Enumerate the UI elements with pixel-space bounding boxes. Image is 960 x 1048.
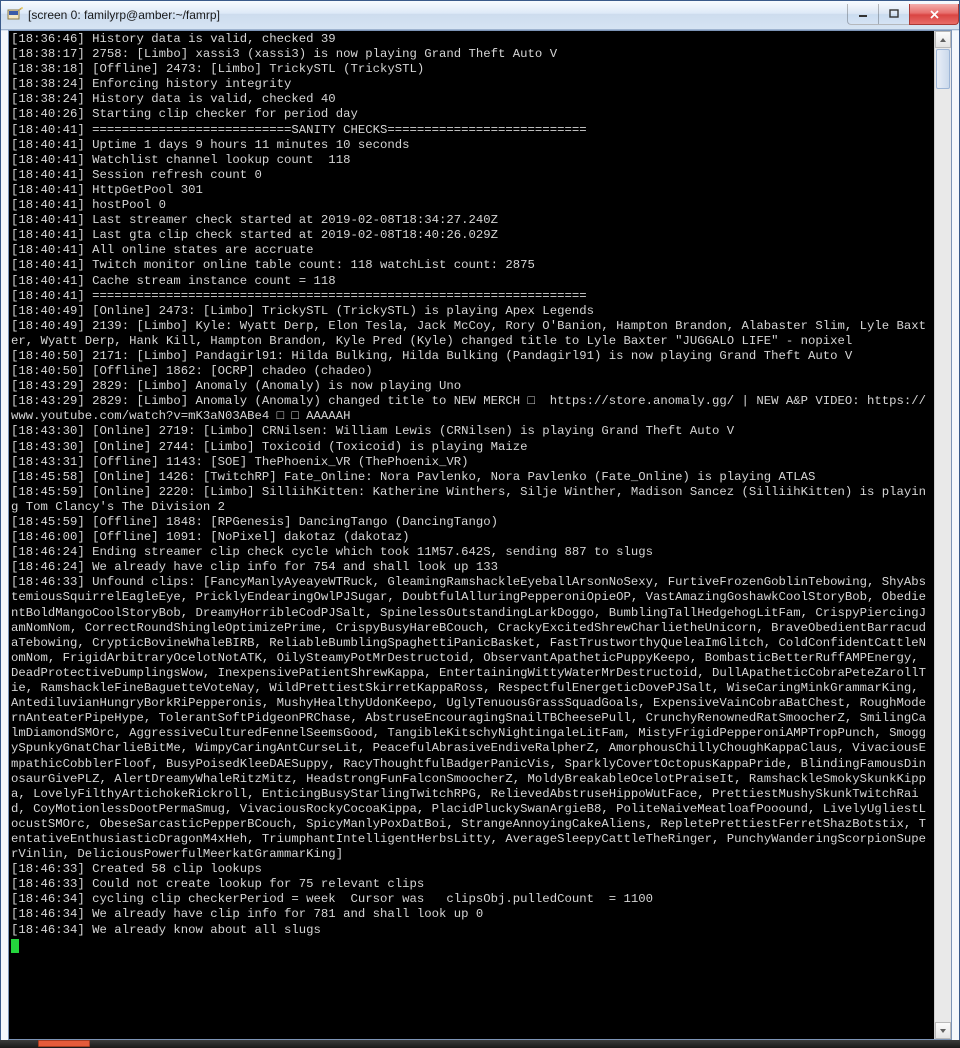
scrollbar[interactable] — [934, 31, 951, 1039]
putty-icon — [7, 7, 23, 23]
titlebar[interactable]: [screen 0: familyrp@amber:~/famrp] — [1, 1, 959, 30]
window-controls — [848, 4, 959, 24]
scroll-up-button[interactable] — [935, 31, 951, 48]
terminal-client: [18:36:46] History data is valid, checke… — [8, 30, 952, 1040]
taskbar-item[interactable] — [38, 1040, 90, 1047]
terminal-output[interactable]: [18:36:46] History data is valid, checke… — [9, 31, 935, 1039]
cursor — [11, 939, 19, 953]
maximize-button[interactable] — [878, 4, 910, 25]
close-button[interactable] — [909, 4, 959, 25]
scroll-thumb[interactable] — [936, 49, 950, 89]
scroll-down-button[interactable] — [935, 1022, 951, 1039]
window-title: [screen 0: familyrp@amber:~/famrp] — [28, 8, 848, 22]
taskbar[interactable] — [0, 1040, 960, 1048]
minimize-button[interactable] — [847, 4, 879, 25]
app-window: [screen 0: familyrp@amber:~/famrp] [18:3… — [0, 0, 960, 1048]
